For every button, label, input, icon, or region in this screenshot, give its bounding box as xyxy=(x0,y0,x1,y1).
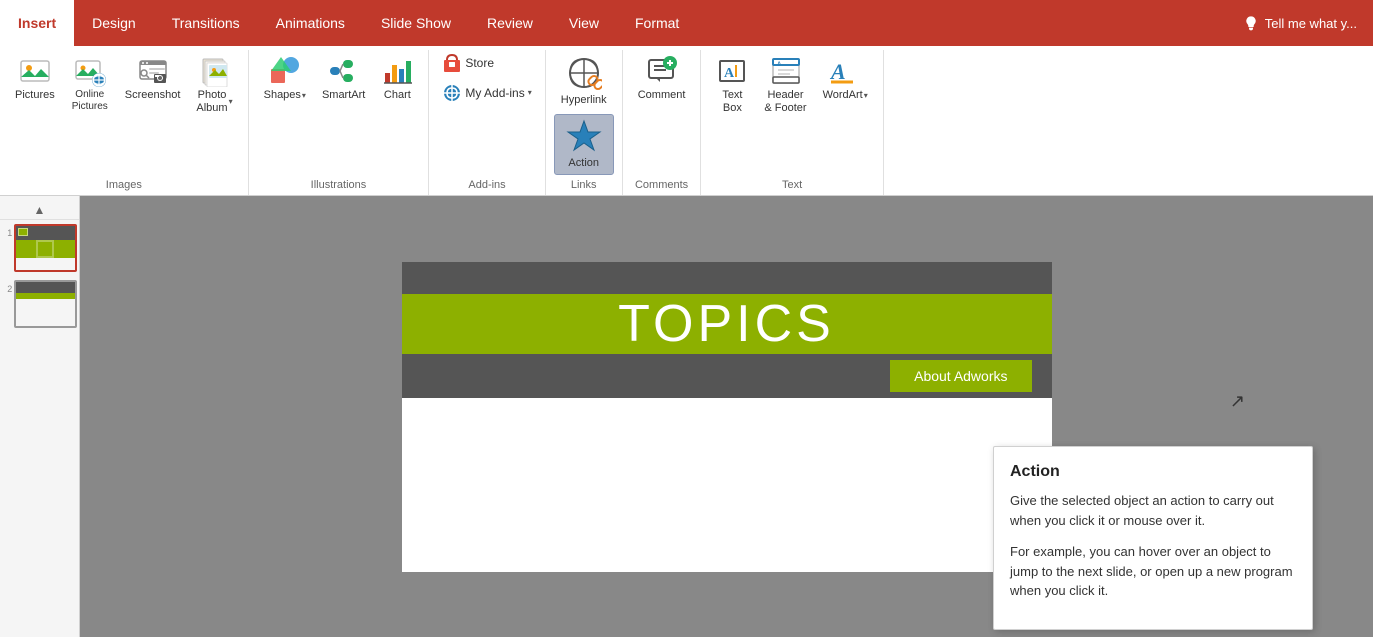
cursor-indicator: ↗ xyxy=(1230,391,1245,412)
slide-content: TOPICS About Adworks xyxy=(402,262,1052,572)
btn-hyperlink[interactable]: Hyperlink xyxy=(554,50,614,112)
btn-shapes-label: Shapes xyxy=(264,89,301,102)
thumb-num-1: 1 xyxy=(3,228,13,238)
btn-smartart[interactable]: SmartArt xyxy=(315,50,372,107)
btn-shapes[interactable]: Shapes ▾ xyxy=(257,50,313,107)
photo-album-dropdown-arrow[interactable]: ▾ xyxy=(229,98,233,106)
slide-bottom-bar: About Adworks xyxy=(402,354,1052,398)
slide-bottom-btn[interactable]: About Adworks xyxy=(890,360,1031,392)
svg-text:A: A xyxy=(724,66,735,81)
btn-chart-label: Chart xyxy=(384,89,411,102)
tab-slideshow[interactable]: Slide Show xyxy=(363,0,469,46)
group-images: Pictures OnlinePictures xyxy=(0,50,249,195)
btn-store-label: Store xyxy=(465,56,494,70)
tab-transitions[interactable]: Transitions xyxy=(154,0,258,46)
group-comments-label: Comments xyxy=(635,175,688,191)
group-links-label: Links xyxy=(571,175,597,191)
btn-screenshot[interactable]: Screenshot xyxy=(118,50,188,107)
scroll-up-btn[interactable]: ▲ xyxy=(0,200,80,220)
group-comments: Comment Comments xyxy=(623,50,702,195)
wordart-dropdown-arrow[interactable]: ▾ xyxy=(864,92,868,100)
thumb-2[interactable] xyxy=(14,280,76,328)
thumb-num-2: 2 xyxy=(3,284,13,294)
tooltip-title: Action xyxy=(1010,463,1296,481)
group-addins-label: Add-ins xyxy=(468,175,505,191)
group-illustrations: Shapes ▾ SmartAr xyxy=(249,50,430,195)
svg-text:A: A xyxy=(829,59,846,84)
btn-pictures[interactable]: Pictures xyxy=(8,50,62,107)
tell-me-text: Tell me what y... xyxy=(1265,16,1357,31)
group-images-label: Images xyxy=(106,175,142,191)
btn-comment[interactable]: Comment xyxy=(631,50,693,107)
slide-green-area: TOPICS xyxy=(402,294,1052,354)
tab-review[interactable]: Review xyxy=(469,0,551,46)
tooltip-body: Give the selected object an action to ca… xyxy=(1010,491,1296,601)
btn-store[interactable]: Store xyxy=(437,50,499,76)
btn-photo-album-label: PhotoAlbum xyxy=(196,89,227,115)
thumb-1[interactable] xyxy=(14,224,76,272)
btn-online-pictures[interactable]: OnlinePictures xyxy=(64,50,116,118)
group-text: A TextBox A xyxy=(701,50,883,195)
group-text-label: Text xyxy=(782,175,802,191)
tab-insert[interactable]: Insert xyxy=(0,0,74,46)
btn-wordart-label: WordArt xyxy=(823,89,863,102)
btn-text-box[interactable]: A TextBox xyxy=(709,50,755,120)
slide-top-bar xyxy=(402,262,1052,294)
btn-hyperlink-label: Hyperlink xyxy=(561,94,607,107)
slide-topics-text: TOPICS xyxy=(618,294,835,354)
my-addins-dropdown-arrow[interactable]: ▾ xyxy=(528,89,532,97)
lightbulb-icon xyxy=(1243,15,1259,31)
btn-header-footer[interactable]: A Header& Footer xyxy=(757,50,813,120)
slide-panel: ▲ 1 2 xyxy=(0,196,80,637)
tooltip-line1: Give the selected object an action to ca… xyxy=(1010,491,1296,530)
btn-comment-label: Comment xyxy=(638,89,686,102)
svg-text:A: A xyxy=(777,62,782,68)
btn-action[interactable]: Action xyxy=(554,114,614,175)
btn-pictures-label: Pictures xyxy=(15,89,55,102)
group-illustrations-label: Illustrations xyxy=(311,175,367,191)
group-addins: Store My Add-ins ▾ xyxy=(429,50,545,195)
tooltip-line2: For example, you can hover over an objec… xyxy=(1010,542,1296,601)
tell-me-area: Tell me what y... xyxy=(1227,0,1373,46)
btn-photo-album[interactable]: PhotoAlbum ▾ xyxy=(189,50,239,120)
tab-format[interactable]: Format xyxy=(617,0,697,46)
btn-textbox-label: TextBox xyxy=(722,89,742,115)
btn-wordart[interactable]: A WordArt ▾ xyxy=(816,50,875,107)
btn-chart[interactable]: Chart xyxy=(374,50,420,107)
slide-canvas: TOPICS About Adworks Action Give the sel… xyxy=(80,196,1373,637)
btn-my-addins-label: My Add-ins xyxy=(465,86,524,100)
btn-screenshot-label: Screenshot xyxy=(125,89,181,102)
shapes-dropdown-arrow[interactable]: ▾ xyxy=(302,92,306,100)
tab-animations[interactable]: Animations xyxy=(258,0,363,46)
btn-action-label: Action xyxy=(568,157,599,170)
btn-my-addins[interactable]: My Add-ins ▾ xyxy=(437,80,536,106)
group-links: Hyperlink Action Links xyxy=(546,50,623,195)
action-tooltip: Action Give the selected object an actio… xyxy=(993,446,1313,630)
tab-design[interactable]: Design xyxy=(74,0,154,46)
btn-smartart-label: SmartArt xyxy=(322,89,365,102)
btn-header-footer-label: Header& Footer xyxy=(764,89,806,115)
tab-view[interactable]: View xyxy=(551,0,617,46)
